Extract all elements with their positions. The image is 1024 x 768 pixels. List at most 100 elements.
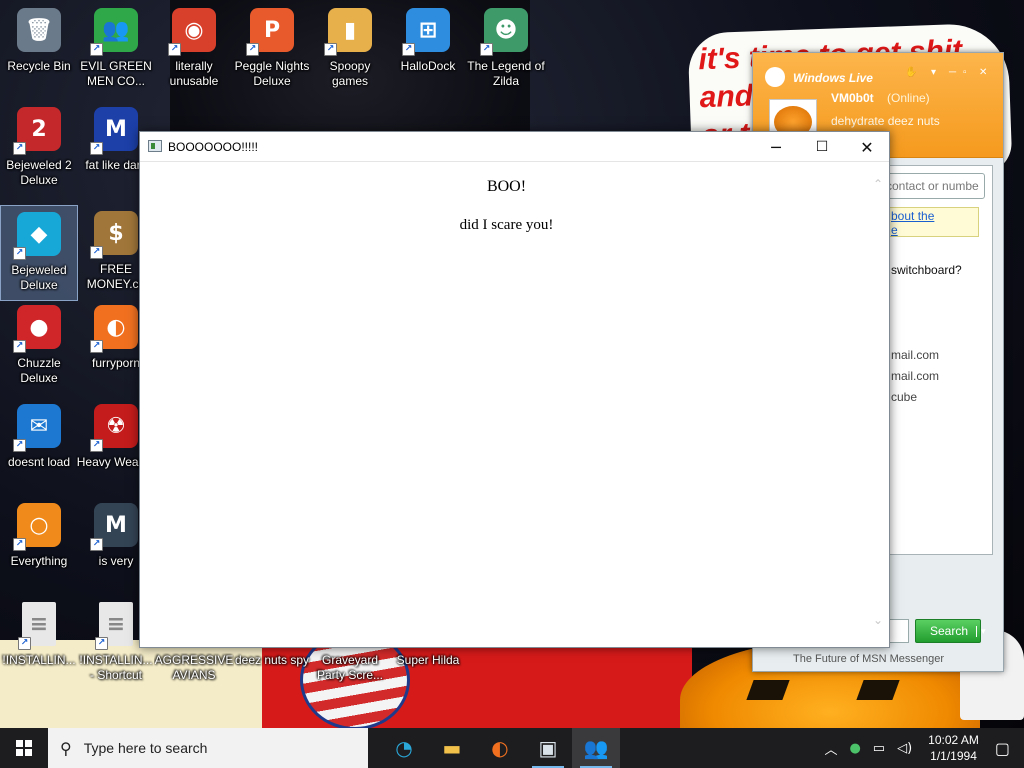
desktop-icon-label: HalloDock bbox=[400, 59, 456, 73]
boo-window-titlebar[interactable]: BOOOOOOO!!!!! ─ ☐ ✕ bbox=[140, 132, 889, 162]
msn-title: Windows Live bbox=[793, 71, 873, 85]
shortcut-arrow-icon: ↗ bbox=[246, 43, 259, 56]
shortcut-arrow-icon: ↗ bbox=[90, 246, 103, 259]
desktop-icon[interactable]: P ↗ Peggle Nights Deluxe bbox=[233, 2, 311, 98]
contact-item-3[interactable]: cube bbox=[891, 390, 917, 404]
shortcut-arrow-icon: ↗ bbox=[90, 340, 103, 353]
contact-item-1[interactable]: mail.com bbox=[891, 348, 939, 362]
scroll-down-icon[interactable]: ⌄ bbox=[873, 614, 885, 626]
desktop-icon-label: EVIL GREEN MEN CO... bbox=[80, 59, 152, 88]
desktop-icon-label: doesnt load bbox=[7, 455, 71, 469]
contact-item-2[interactable]: mail.com bbox=[891, 369, 939, 383]
window-title: BOOOOOOO!!!!! bbox=[168, 140, 259, 154]
minimize-button[interactable]: ─ bbox=[753, 132, 799, 162]
desktop-icon[interactable]: 👥 ↗ EVIL GREEN MEN CO... bbox=[77, 2, 155, 98]
taskbar-search[interactable]: ⚲ Type here to search bbox=[48, 728, 368, 768]
desktop-icon-label: literally unusable bbox=[169, 59, 219, 88]
magnifier-icon: ○ ↗ bbox=[13, 503, 61, 551]
desktop-icon[interactable]: ▮ ↗ Spoopy games bbox=[311, 2, 389, 98]
display-name[interactable]: VM0b0t bbox=[831, 91, 874, 105]
desktop-icon[interactable]: ✉ ↗ doesnt load bbox=[0, 398, 78, 494]
desktop-icon[interactable]: ◆ ↗ Bejeweled Deluxe bbox=[0, 205, 78, 301]
minimize-icon[interactable]: ─ bbox=[949, 67, 956, 78]
desktop-icon-label: Graveyard Party Scre... bbox=[316, 653, 384, 682]
radiation-icon: ☢ ↗ bbox=[90, 404, 138, 452]
edge-icon: ◔ bbox=[395, 736, 413, 760]
desktop-icon[interactable]: ≡ ↗ !INSTALLIN... bbox=[0, 596, 78, 692]
search-button[interactable]: Search ▾ bbox=[915, 619, 986, 643]
desktop-icon-label: The Legend of Zilda bbox=[467, 59, 545, 88]
shortcut-arrow-icon: ↗ bbox=[90, 142, 103, 155]
network-icon[interactable]: ▭ bbox=[873, 741, 885, 756]
system-tray: ︿ ● ▭ ◁) 10:02 AM 1/1/1994 ▢ bbox=[818, 728, 1024, 768]
desktop-icon-label: !INSTALLIN... bbox=[2, 653, 76, 667]
alert-link-line2[interactable]: e bbox=[891, 223, 934, 237]
money-bag-icon: $ ↗ bbox=[90, 211, 138, 259]
maximize-icon[interactable]: ▫ bbox=[963, 67, 967, 78]
status-text[interactable]: (Online) bbox=[887, 91, 930, 105]
chevron-down-icon[interactable]: ▾ bbox=[931, 67, 936, 78]
shortcut-arrow-icon: ↗ bbox=[13, 247, 26, 260]
close-button[interactable]: ✕ bbox=[844, 132, 890, 162]
taskbar: ⚲ Type here to search ◔ ▬ ◐ ▣ 👥 ︿ ● ▭ ◁) 10:… bbox=[0, 728, 1024, 768]
taskbar-app-button[interactable]: ◐ bbox=[476, 728, 524, 768]
taskbar-app-button[interactable]: ◔ bbox=[380, 728, 428, 768]
msn-menu-icon[interactable]: ✋ bbox=[905, 67, 917, 78]
clock-date: 1/1/1994 bbox=[930, 749, 977, 763]
switchboard-question: switchboard? bbox=[891, 263, 962, 277]
alert-link-line1[interactable]: bout the bbox=[891, 209, 934, 223]
shortcut-arrow-icon: ↗ bbox=[13, 142, 26, 155]
shortcut-arrow-icon: ↗ bbox=[13, 439, 26, 452]
volume-icon[interactable]: ◁) bbox=[897, 741, 912, 756]
windows-live-logo-icon bbox=[765, 67, 785, 87]
desktop-icon[interactable]: ☻ ↗ The Legend of Zilda bbox=[467, 2, 545, 98]
clock[interactable]: 10:02 AM 1/1/1994 bbox=[928, 732, 979, 764]
windows-logo-icon: ⊞ ↗ bbox=[402, 8, 450, 56]
file-explorer-icon: ▬ bbox=[442, 736, 462, 760]
desktop-icon-label: Bejeweled Deluxe bbox=[11, 263, 67, 292]
contact-search-input[interactable]: contact or numbe bbox=[881, 173, 985, 199]
desktop-icon-label: AGGRESSIVE AVIANS bbox=[154, 653, 234, 682]
maximize-button[interactable]: ☐ bbox=[799, 132, 845, 162]
personal-message[interactable]: dehydrate deez nuts bbox=[831, 114, 940, 128]
windows-logo-icon bbox=[16, 740, 32, 756]
shortcut-arrow-icon: ↗ bbox=[13, 340, 26, 353]
boo-window[interactable]: BOOOOOOO!!!!! ─ ☐ ✕ BOO! did I scare you… bbox=[139, 131, 890, 648]
firefox-icon: ◐ ↗ bbox=[90, 305, 138, 353]
taskbar-app-button[interactable]: 👥 bbox=[572, 728, 620, 768]
desktop-icon[interactable]: 🗑 Recycle Bin bbox=[0, 2, 78, 98]
desktop-icon[interactable]: ◉ ↗ literally unusable bbox=[155, 2, 233, 98]
search-placeholder: Type here to search bbox=[83, 740, 208, 756]
shortcut-arrow-icon: ↗ bbox=[402, 43, 415, 56]
desktop-icon[interactable]: ⊞ ↗ HalloDock bbox=[389, 2, 467, 98]
notification-icon[interactable]: ▢ bbox=[995, 739, 1010, 758]
shortcut-arrow-icon: ↗ bbox=[13, 538, 26, 551]
desktop-icon[interactable]: 2 ↗ Bejeweled 2 Deluxe bbox=[0, 101, 78, 197]
shortcut-arrow-icon: ↗ bbox=[95, 637, 108, 650]
shortcut-arrow-icon: ↗ bbox=[168, 43, 181, 56]
peggle-icon: P ↗ bbox=[246, 8, 294, 56]
shortcut-arrow-icon: ↗ bbox=[90, 43, 103, 56]
close-icon[interactable]: ✕ bbox=[979, 67, 987, 78]
alert-link[interactable]: bout the e bbox=[891, 209, 934, 237]
folder-icon: ▮ ↗ bbox=[324, 8, 372, 56]
start-button[interactable] bbox=[0, 728, 48, 768]
shortcut-arrow-icon: ↗ bbox=[18, 637, 31, 650]
desktop-icon[interactable]: ○ ↗ Everything bbox=[0, 497, 78, 593]
desktop-icon-label: Recycle Bin bbox=[7, 59, 71, 73]
desktop-icon[interactable]: ● ↗ Chuzzle Deluxe bbox=[0, 299, 78, 395]
boo-window-content: BOO! did I scare you! ⌃ ⌄ bbox=[140, 162, 889, 647]
shortcut-arrow-icon: ↗ bbox=[90, 439, 103, 452]
scroll-up-icon[interactable]: ⌃ bbox=[873, 178, 885, 190]
firefox-icon: ◐ bbox=[491, 736, 509, 760]
desktop-icon-label: Chuzzle Deluxe bbox=[17, 356, 61, 385]
page-text: did I scare you! bbox=[459, 217, 554, 233]
msn-tray-icon[interactable]: ● bbox=[849, 741, 860, 756]
taskbar-app-button[interactable]: ▣ bbox=[524, 728, 572, 768]
taskbar-app-button[interactable]: ▬ bbox=[428, 728, 476, 768]
chevron-down-icon[interactable]: ▾ bbox=[976, 625, 986, 637]
text-file-icon: ≡ ↗ bbox=[18, 602, 56, 650]
shortcut-arrow-icon: ↗ bbox=[90, 538, 103, 551]
chevron-up-icon[interactable]: ︿ bbox=[824, 739, 837, 758]
desktop-icon-label: Bejeweled 2 Deluxe bbox=[6, 158, 72, 187]
